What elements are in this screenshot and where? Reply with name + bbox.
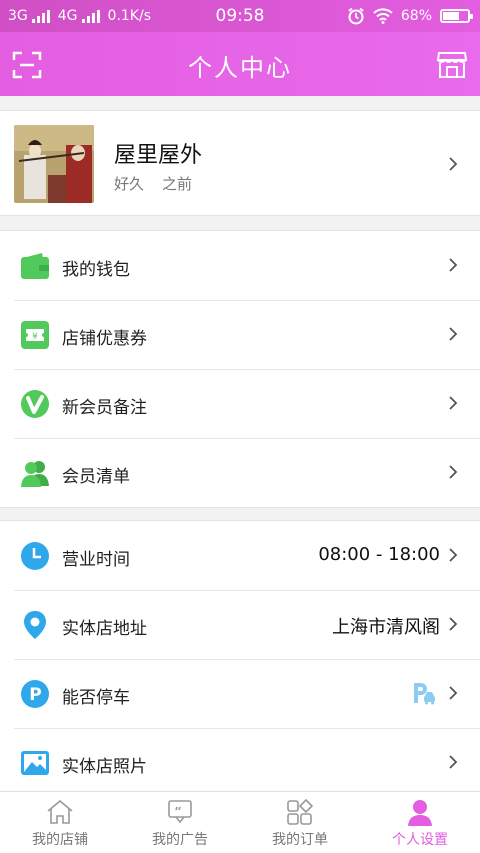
profile-sub-right: 之前 (162, 175, 193, 193)
avatar[interactable] (14, 125, 94, 203)
orders-icon (287, 798, 314, 825)
parking-car-icon (414, 683, 435, 705)
tab-personal-settings[interactable]: 个人设置 (360, 792, 480, 853)
menu-label-parking: 能否停车 (62, 688, 130, 708)
menu-item-store-photos[interactable]: 实体店照片 (0, 728, 480, 797)
status-bar: 3G 4G 0.1K/s 09:58 68% (0, 0, 480, 32)
tab-my-orders[interactable]: 我的订单 (240, 792, 360, 853)
menu-label-member-list: 会员清单 (62, 467, 130, 487)
profile-subtitle: 好久 之前 (114, 173, 192, 194)
svg-text:¥: ¥ (32, 332, 38, 342)
battery-percent: 68% (400, 8, 432, 24)
chevron-right-icon (449, 548, 458, 562)
account-menu: 我的钱包 ¥ 店铺优惠券 新会员备注 会员清单 (0, 230, 480, 508)
shop-icon[interactable] (436, 48, 468, 80)
menu-label-new-member-note: 新会员备注 (62, 398, 147, 418)
tab-my-ads[interactable]: 我的广告 (120, 792, 240, 853)
parking-icon: P (21, 680, 49, 708)
chevron-right-icon (449, 396, 458, 410)
battery-fill (443, 12, 459, 20)
ad-icon (168, 800, 192, 824)
menu-item-parking[interactable]: P 能否停车 (0, 659, 480, 728)
chevron-right-icon (449, 157, 458, 171)
tab-label-my-store: 我的店铺 (32, 832, 88, 848)
chevron-right-icon (449, 755, 458, 769)
profile-name: 屋里屋外 (114, 143, 203, 168)
tab-label-my-orders: 我的订单 (272, 832, 328, 848)
tab-label-personal-settings: 个人设置 (392, 832, 448, 848)
battery-icon (440, 9, 473, 23)
menu-label-store-photos: 实体店照片 (62, 757, 147, 777)
chevron-right-icon (449, 327, 458, 341)
menu-item-coupon[interactable]: ¥ 店铺优惠券 (0, 300, 480, 369)
menu-label-coupon: 店铺优惠券 (62, 329, 147, 349)
wifi-icon (373, 8, 393, 24)
menu-item-member-list[interactable]: 会员清单 (0, 438, 480, 507)
home-icon (47, 799, 73, 824)
coupon-icon: ¥ (21, 321, 49, 349)
menu-label-business-hours: 营业时间 (62, 550, 130, 570)
chevron-right-icon (449, 617, 458, 631)
menu-item-new-member-note[interactable]: 新会员备注 (0, 369, 480, 438)
menu-item-store-address[interactable]: 实体店地址 上海市清风阁 (0, 590, 480, 659)
clock-icon (21, 542, 49, 570)
location-pin-icon (24, 611, 46, 639)
header: 个人中心 (0, 32, 480, 96)
photo-icon (21, 751, 49, 775)
store-address-value: 上海市清风阁 (332, 617, 440, 638)
tab-label-my-ads: 我的广告 (152, 832, 208, 848)
tab-my-store[interactable]: 我的店铺 (0, 792, 120, 853)
bottom-tab-bar: 我的店铺 我的广告 我的订单 个人设置 (0, 791, 480, 853)
chevron-right-icon (449, 258, 458, 272)
alarm-icon (348, 7, 364, 25)
menu-label-store-address: 实体店地址 (62, 619, 147, 639)
menu-item-wallet[interactable]: 我的钱包 (0, 231, 480, 300)
person-icon (408, 800, 432, 826)
menu-item-business-hours[interactable]: 营业时间 08:00 - 18:00 (0, 521, 480, 590)
profile-card[interactable]: 屋里屋外 好久 之前 (0, 110, 480, 216)
svg-text:P: P (29, 685, 41, 705)
chevron-right-icon (449, 465, 458, 479)
vip-v-icon (21, 390, 49, 418)
menu-label-wallet: 我的钱包 (62, 260, 130, 280)
wallet-icon (21, 253, 49, 279)
profile-sub-left: 好久 (114, 175, 145, 193)
business-hours-value: 08:00 - 18:00 (318, 544, 440, 565)
members-icon (21, 461, 49, 487)
store-info-menu: 营业时间 08:00 - 18:00 实体店地址 上海市清风阁 P 能否停车 实… (0, 520, 480, 800)
chevron-right-icon (449, 686, 458, 700)
page-title: 个人中心 (188, 54, 292, 82)
